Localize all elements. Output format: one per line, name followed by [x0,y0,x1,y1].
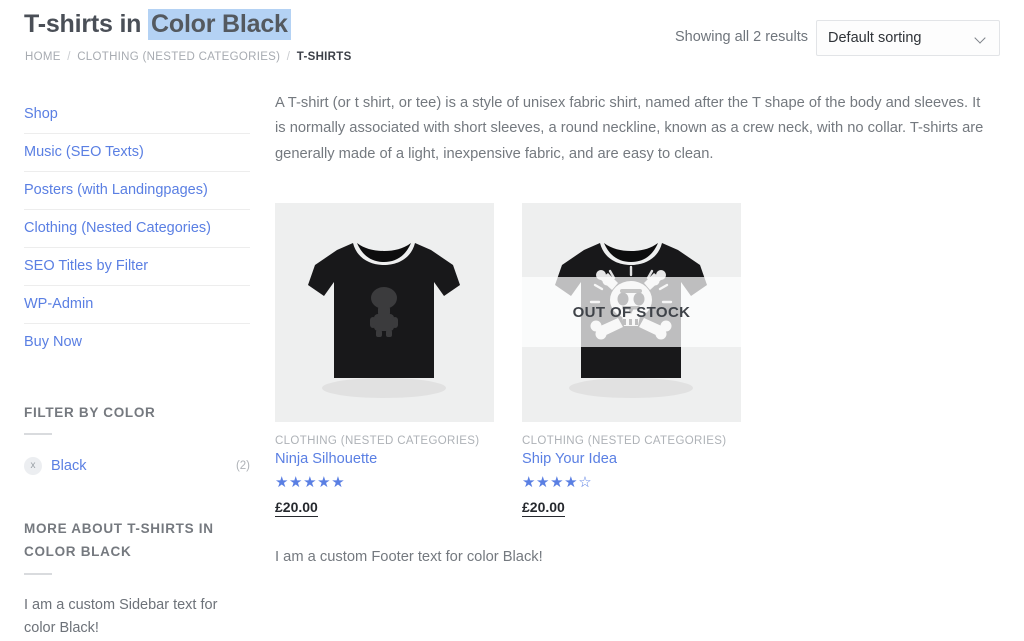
rating-stars-glyphs: ★★★★★ [275,473,346,491]
sidebar-item-posters[interactable]: Posters (with Landingpages) [24,172,250,210]
sort-dropdown[interactable]: Default sorting [816,20,1000,56]
sidebar-item-label[interactable]: Clothing (Nested Categories) [24,220,211,236]
product-category: CLOTHING (NESTED CATEGORIES) [522,434,727,447]
filter-widget-title: FILTER BY COLOR [24,405,156,420]
product-card: CLOTHING (NESTED CATEGORIES) Ninja Silho… [275,202,494,517]
page-title: T-shirts in Color Black [24,9,291,40]
product-thumbnail[interactable]: OUT OF STOCK [522,202,741,422]
sidebar-item-buy-now[interactable]: Buy Now [24,324,250,361]
filter-item-black: x Black (2) [24,457,250,476]
widget-divider [24,433,52,436]
rating-stars-glyphs: ★★★★☆ [522,473,593,491]
sidebar-item-label[interactable]: Shop [24,106,58,122]
sidebar-item-label[interactable]: Posters (with Landingpages) [24,182,208,198]
breadcrumb-item-clothing[interactable]: CLOTHING (NESTED CATEGORIES) [77,51,280,63]
breadcrumb-item-current: T-SHIRTS [296,51,352,63]
product-thumbnail[interactable] [275,202,494,422]
breadcrumb-item-home[interactable]: HOME [25,51,61,63]
remove-filter-icon[interactable]: x [24,457,42,476]
filter-item-count: (2) [235,460,250,473]
sidebar: Shop Music (SEO Texts) Posters (with Lan… [24,96,250,641]
product-title-link[interactable]: Ship Your Idea [522,451,741,467]
breadcrumb-separator: / [67,51,71,63]
sort-dropdown-value: Default sorting [828,30,922,46]
breadcrumb: HOME / CLOTHING (NESTED CATEGORIES) / T-… [25,51,352,63]
product-rating: ★★★★★ [275,475,494,490]
filter-item-label[interactable]: Black [51,458,86,474]
product-category: CLOTHING (NESTED CATEGORIES) [275,434,480,447]
page-title-prefix: T-shirts in [24,10,149,38]
product-grid: CLOTHING (NESTED CATEGORIES) Ninja Silho… [275,202,1000,517]
product-price: £20.00 [275,498,494,517]
sidebar-item-wp-admin[interactable]: WP-Admin [24,286,250,324]
price-amount: £20.00 [522,498,565,517]
result-count: Showing all 2 results [675,29,808,45]
breadcrumb-separator: / [286,51,291,63]
sidebar-item-label[interactable]: Music (SEO Texts) [24,144,144,160]
category-footer-text: I am a custom Footer text for color Blac… [275,548,543,565]
page-title-highlight: Color Black [148,9,291,40]
main-content: A T-shirt (or t shirt, or tee) is a styl… [275,91,1000,565]
product-category-page: T-shirts in Color Black HOME / CLOTHING … [0,0,1024,636]
widget-divider [24,572,52,575]
category-description: A T-shirt (or t shirt, or tee) is a styl… [275,95,984,162]
sidebar-item-music[interactable]: Music (SEO Texts) [24,134,250,172]
sidebar-item-shop[interactable]: Shop [24,96,250,134]
sidebar-item-clothing[interactable]: Clothing (Nested Categories) [24,210,250,248]
sidebar-item-label[interactable]: SEO Titles by Filter [24,258,148,274]
product-title-link[interactable]: Ninja Silhouette [275,451,494,467]
price-amount: £20.00 [275,498,318,517]
chevron-down-icon [975,33,986,44]
page-header: T-shirts in Color Black HOME / CLOTHING … [0,0,1024,80]
about-widget: MORE ABOUT T-SHIRTS IN COLOR BLACK I am … [24,517,250,640]
sidebar-nav: Shop Music (SEO Texts) Posters (with Lan… [24,96,250,361]
out-of-stock-badge: OUT OF STOCK [522,277,741,348]
sidebar-item-label[interactable]: Buy Now [24,334,82,350]
product-rating: ★★★★☆ [522,475,741,490]
about-widget-title: MORE ABOUT T-SHIRTS IN COLOR BLACK [24,521,214,560]
filter-by-color-widget: FILTER BY COLOR x Black (2) [24,401,250,476]
ninja-silhouette-shirt-image [275,202,494,422]
sidebar-item-seo-titles[interactable]: SEO Titles by Filter [24,248,250,286]
product-card: OUT OF STOCK CLOTHING (NESTED CATEGORIES… [522,202,741,517]
product-price: £20.00 [522,498,741,517]
sidebar-item-label[interactable]: WP-Admin [24,296,93,312]
about-widget-text: I am a custom Sidebar text for color Bla… [24,596,218,637]
filter-list: x Black (2) [24,457,250,476]
